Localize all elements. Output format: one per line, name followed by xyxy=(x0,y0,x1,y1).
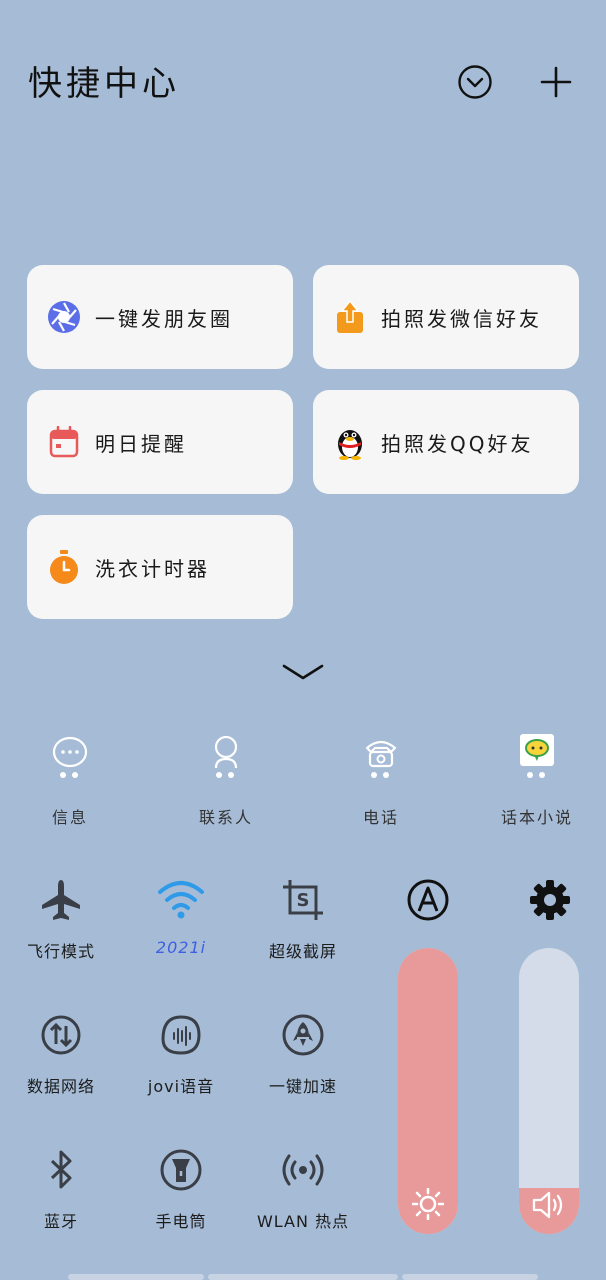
auto-brightness-button[interactable] xyxy=(406,878,450,922)
hotspot-icon xyxy=(279,1146,327,1194)
toggle-label: 2021i xyxy=(155,938,207,957)
auto-brightness-icon xyxy=(407,879,449,921)
airplane-icon xyxy=(37,876,85,924)
message-bubble-icon xyxy=(48,734,92,782)
toggle-label: 超级截屏 xyxy=(268,942,337,961)
toggle-label: 手电筒 xyxy=(155,1212,207,1231)
toggle-label: 飞行模式 xyxy=(26,942,95,961)
shortcut-card-moments[interactable]: 一键发朋友圈 xyxy=(27,265,293,369)
sun-icon xyxy=(412,1188,444,1220)
chevron-circle-icon xyxy=(458,65,492,99)
app-messages[interactable]: 信息 xyxy=(15,734,125,828)
flashlight-icon xyxy=(157,1146,205,1194)
toggle-wlan-hotspot[interactable]: WLAN 热点 xyxy=(248,1146,358,1232)
expand-button[interactable] xyxy=(280,660,326,686)
toggle-wifi[interactable]: 2021i xyxy=(126,876,236,957)
toggle-airplane-mode[interactable]: 飞行模式 xyxy=(6,876,116,962)
toggle-label: jovi语音 xyxy=(147,1077,215,1096)
stopwatch-icon xyxy=(47,550,81,584)
speaker-icon xyxy=(532,1191,563,1219)
app-label: 话本小说 xyxy=(500,808,573,827)
shortcut-label: 拍照发微信好友 xyxy=(381,306,542,331)
shortcut-label: 明日提醒 xyxy=(95,431,187,456)
shortcut-card-qq-photo[interactable]: 拍照发QQ好友 xyxy=(313,390,579,494)
settings-button[interactable] xyxy=(528,878,572,922)
app-contacts[interactable]: 联系人 xyxy=(171,734,281,828)
bottom-edge-bar xyxy=(208,1274,398,1280)
toggle-flashlight[interactable]: 手电筒 xyxy=(126,1146,236,1232)
screenshot-icon: S xyxy=(279,876,327,924)
app-label: 信息 xyxy=(51,808,88,827)
shortcut-card-reminder[interactable]: 明日提醒 xyxy=(27,390,293,494)
toggle-label: WLAN 热点 xyxy=(256,1212,350,1231)
page-title: 快捷中心 xyxy=(28,64,180,104)
penguin-icon xyxy=(333,425,367,460)
shortcut-label: 拍照发QQ好友 xyxy=(381,431,534,456)
wifi-icon xyxy=(157,876,205,924)
toggle-super-screenshot[interactable]: S 超级截屏 xyxy=(248,876,358,962)
toggle-label: 数据网络 xyxy=(26,1077,95,1096)
toggle-mobile-data[interactable]: 数据网络 xyxy=(6,1011,116,1097)
app-label: 电话 xyxy=(362,808,399,827)
add-button[interactable] xyxy=(536,62,576,102)
toggle-bluetooth[interactable]: 蓝牙 xyxy=(6,1146,116,1232)
chevron-down-icon xyxy=(282,664,324,680)
toggle-jovi-voice[interactable]: jovi语音 xyxy=(126,1011,236,1097)
bluetooth-icon xyxy=(37,1146,85,1194)
shortcut-card-laundry-timer[interactable]: 洗衣计时器 xyxy=(27,515,293,619)
svg-text:S: S xyxy=(297,890,310,911)
shortcut-label: 洗衣计时器 xyxy=(95,556,210,581)
novel-app-icon xyxy=(515,734,559,782)
mobile-data-icon xyxy=(37,1011,85,1059)
rocket-icon xyxy=(279,1011,327,1059)
aperture-icon xyxy=(47,300,81,334)
volume-slider[interactable] xyxy=(519,948,579,1234)
app-novel[interactable]: 话本小说 xyxy=(482,734,592,828)
bottom-edge-bar xyxy=(68,1274,204,1280)
voice-assistant-icon xyxy=(157,1011,205,1059)
shortcut-label: 一键发朋友圈 xyxy=(95,306,233,331)
gear-icon xyxy=(530,880,570,920)
telephone-icon xyxy=(359,734,403,782)
plus-icon xyxy=(540,66,572,98)
app-label: 联系人 xyxy=(198,808,253,827)
upload-box-icon xyxy=(333,300,367,334)
contact-icon xyxy=(204,734,248,782)
shortcut-card-wechat-photo[interactable]: 拍照发微信好友 xyxy=(313,265,579,369)
toggle-speed-boost[interactable]: 一键加速 xyxy=(248,1011,358,1097)
brightness-slider[interactable] xyxy=(398,948,458,1234)
app-phone[interactable]: 电话 xyxy=(326,734,436,828)
calendar-icon xyxy=(47,425,81,459)
bottom-edge-bar xyxy=(402,1274,538,1280)
collapse-button[interactable] xyxy=(455,62,495,102)
toggle-label: 一键加速 xyxy=(268,1077,337,1096)
toggle-label: 蓝牙 xyxy=(43,1212,78,1231)
